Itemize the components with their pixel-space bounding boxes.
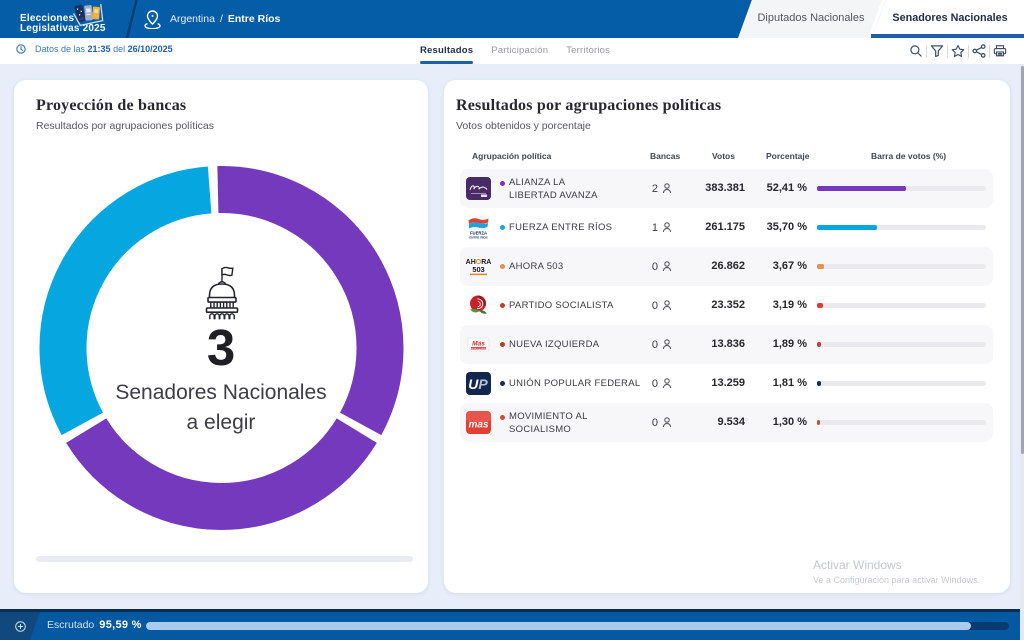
svg-text:ENTRE RÍOS: ENTRE RÍOS bbox=[469, 235, 487, 240]
svg-text:NUEVA IZQUIERDA: NUEVA IZQUIERDA bbox=[469, 347, 489, 350]
svg-text:503: 503 bbox=[472, 265, 484, 274]
svg-text:UP: UP bbox=[468, 376, 488, 392]
svg-text:Más: Más bbox=[472, 341, 485, 348]
svg-text:mas: mas bbox=[468, 420, 488, 431]
